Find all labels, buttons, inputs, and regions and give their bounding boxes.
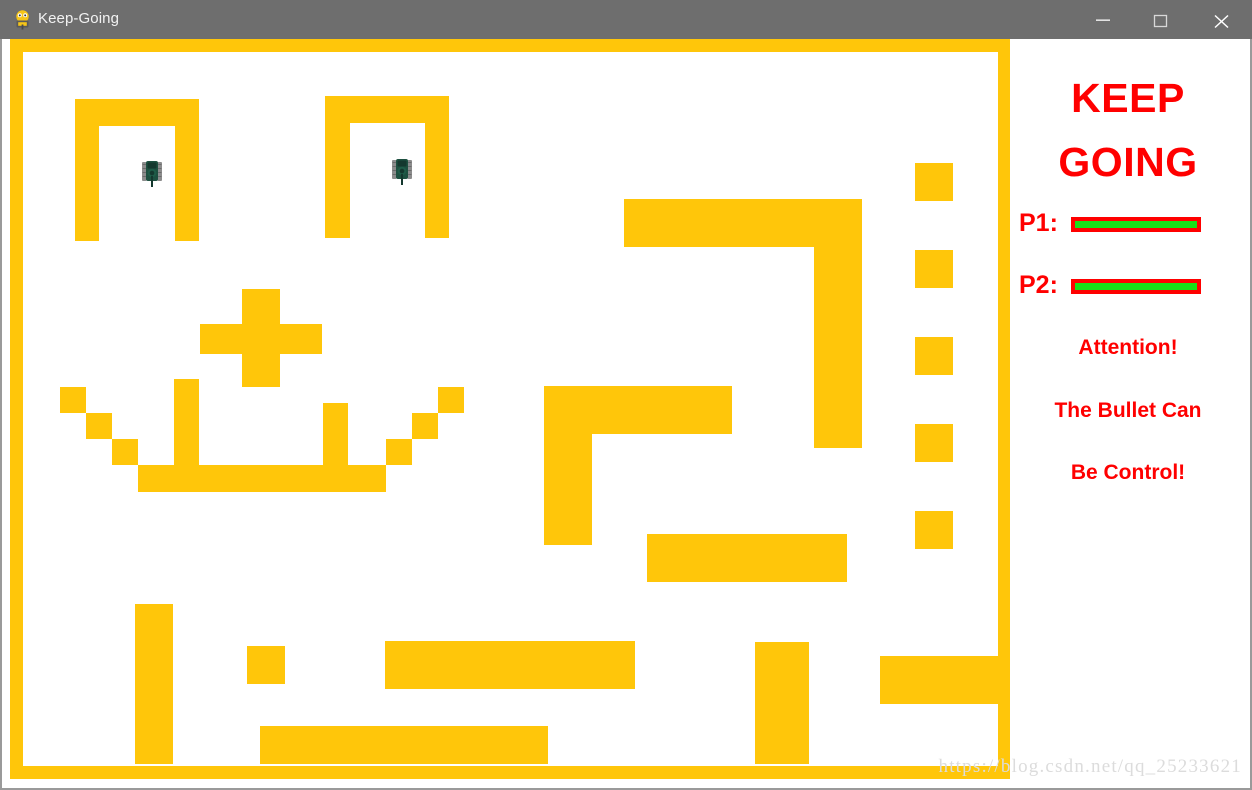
pillar-dot-4 xyxy=(915,424,953,462)
smile-step-2 xyxy=(86,413,112,439)
pillar-dot-3 xyxy=(915,337,953,375)
pillar-dot-5 xyxy=(915,511,953,549)
arena-border-bottom xyxy=(10,766,1010,779)
pillar-dot-1 xyxy=(915,163,953,201)
hud-note-attention: Attention! xyxy=(1078,336,1178,359)
player-1-health-fill xyxy=(1075,221,1197,228)
player-1-tank[interactable] xyxy=(141,159,163,189)
window-body: KEEP GOING P1: P2: Attention! The Bullet… xyxy=(0,39,1252,790)
tower-bottom-left xyxy=(135,604,173,764)
corner-wall-top-vertical xyxy=(814,199,862,448)
spawn-bay-1-right xyxy=(175,99,199,241)
game-frame: KEEP GOING P1: P2: Attention! The Bullet… xyxy=(10,39,1246,779)
close-icon xyxy=(1214,14,1229,29)
player-2-tank[interactable] xyxy=(391,157,413,187)
tower-bottom-right xyxy=(755,642,809,764)
player-2-label: P2: xyxy=(1019,271,1058,299)
player-2-health-bar xyxy=(1071,279,1201,294)
spawn-bay-2-right xyxy=(425,96,449,238)
block-lower-mid xyxy=(647,534,847,582)
tank-app-icon xyxy=(12,9,33,30)
smile-step-6 xyxy=(438,387,464,413)
corner-wall-mid-vertical xyxy=(544,386,592,545)
hud-title-line-2: GOING xyxy=(1058,139,1198,185)
smile-base xyxy=(138,465,386,492)
watermark-text: https://blog.csdn.net/qq_25233621 xyxy=(938,756,1242,777)
block-bottom-upper xyxy=(385,641,635,689)
window-title: Keep-Going xyxy=(38,10,120,27)
smile-step-3 xyxy=(112,439,138,465)
ledge-bottom-right xyxy=(880,656,998,704)
player-2-health-row: P2: xyxy=(1010,271,1246,301)
game-arena[interactable] xyxy=(23,52,998,766)
player-1-health-bar xyxy=(1071,217,1201,232)
minimize-button[interactable] xyxy=(1080,0,1126,39)
hud-note-control-line: Be Control! xyxy=(1070,461,1186,484)
app-window: Keep-Going KEEP GOING P1: P2: Attention!… xyxy=(0,0,1252,790)
hud-title-line-1: KEEP xyxy=(1071,75,1185,121)
close-button[interactable] xyxy=(1198,0,1244,39)
maximize-icon xyxy=(1153,14,1168,28)
pillar-dot-2 xyxy=(915,250,953,288)
title-bar[interactable]: Keep-Going xyxy=(0,0,1252,39)
smile-step-4 xyxy=(386,439,412,465)
arena-border-left xyxy=(10,39,23,779)
minimize-icon xyxy=(1096,19,1110,21)
player-1-health-row: P1: xyxy=(1010,209,1246,239)
player-2-health-fill xyxy=(1075,283,1197,290)
smile-step-1 xyxy=(60,387,86,413)
maximize-button[interactable] xyxy=(1138,0,1184,39)
hud-note-bullet-line: The Bullet Can xyxy=(1054,399,1202,422)
smile-step-5 xyxy=(412,413,438,439)
smile-post-right xyxy=(323,403,348,465)
hud-panel: KEEP GOING P1: P2: Attention! The Bullet… xyxy=(1010,39,1246,779)
arena-border-top xyxy=(10,39,1010,52)
cross-horizontal xyxy=(200,324,322,354)
block-bottom-lower xyxy=(260,726,548,764)
player-1-label: P1: xyxy=(1019,209,1058,237)
block-small-bottom xyxy=(247,646,285,684)
smile-post-left xyxy=(174,379,199,465)
arena-hud-divider xyxy=(998,39,1010,779)
